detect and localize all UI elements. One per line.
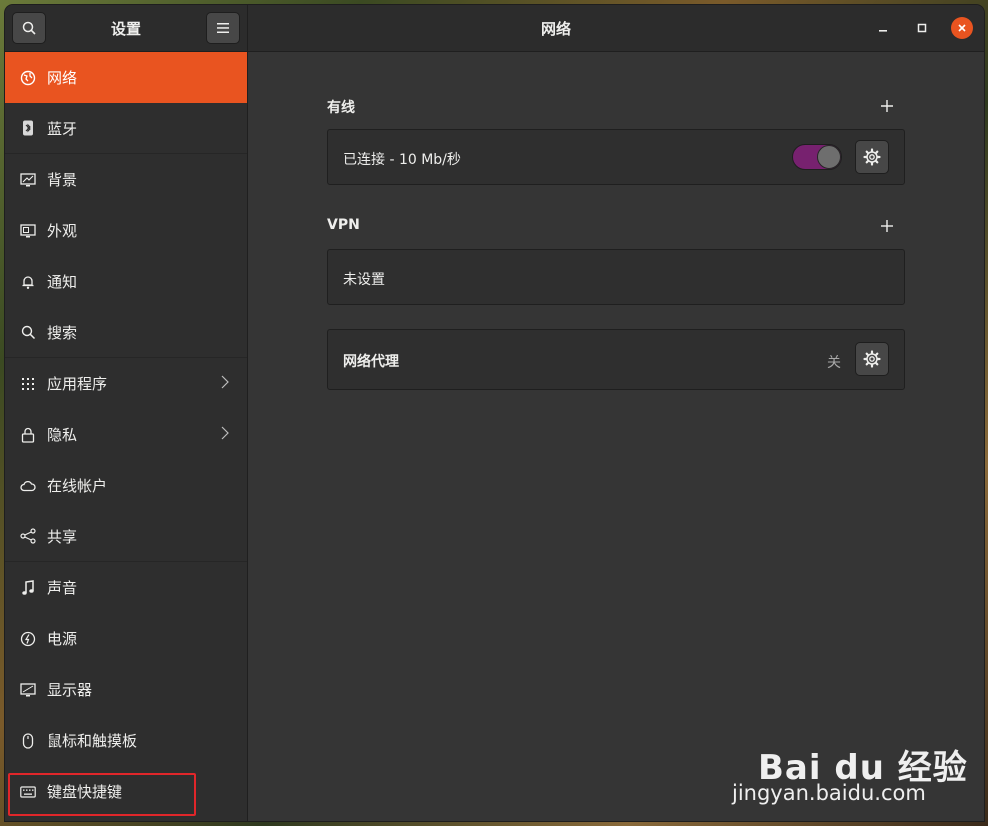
search-icon xyxy=(22,21,36,35)
settings-title: 设置 xyxy=(110,19,141,38)
sidebar-item-label: 鼠标和触摸板 xyxy=(47,732,138,750)
close-icon xyxy=(958,24,966,32)
plus-icon xyxy=(881,100,893,112)
sidebar-item-label: 在线帐户 xyxy=(47,477,108,495)
hamburger-menu-icon xyxy=(217,23,229,33)
background-monitor-icon xyxy=(19,171,37,189)
appearance-icon xyxy=(19,222,37,240)
mouse-icon xyxy=(19,732,37,750)
gear-icon xyxy=(863,350,881,368)
close-button[interactable] xyxy=(951,17,973,39)
sidebar-item-label: 电源 xyxy=(47,630,78,648)
sidebar-item-label: 共享 xyxy=(47,527,78,546)
sidebar-item-network[interactable]: 网络 xyxy=(5,52,247,103)
proxy-settings-button[interactable] xyxy=(855,342,889,376)
highlight-box xyxy=(8,773,196,816)
display-icon xyxy=(19,681,37,699)
wired-connection-row: 已连接 - 10 Mb/秒 xyxy=(327,129,905,185)
bell-icon xyxy=(19,273,37,291)
header-bar: 设置 网络 xyxy=(5,5,984,52)
sidebar-item-label: 应用程序 xyxy=(47,375,108,393)
minimize-icon xyxy=(879,30,887,32)
wired-toggle-switch[interactable] xyxy=(792,144,842,170)
sidebar-item-label: 背景 xyxy=(47,171,78,189)
sidebar-item-bluetooth[interactable]: 蓝牙 xyxy=(5,103,247,154)
settings-window: 设置 网络 网络 蓝牙 背景 外观 通知 搜索 应用程序 隐私 在线帐户 共享 … xyxy=(5,5,984,821)
music-note-icon xyxy=(19,579,37,597)
minimize-button[interactable] xyxy=(872,17,894,39)
sidebar-item-label: 通知 xyxy=(47,273,78,291)
wired-settings-button[interactable] xyxy=(855,140,889,174)
sidebar: 网络 蓝牙 背景 外观 通知 搜索 应用程序 隐私 在线帐户 共享 声音 电源 … xyxy=(5,52,248,821)
sidebar-item-search[interactable]: 搜索 xyxy=(5,307,247,358)
sidebar-item-label: 搜索 xyxy=(47,323,78,342)
sidebar-item-label: 蓝牙 xyxy=(47,119,78,138)
vpn-section-title: VPN xyxy=(327,217,360,233)
network-panel: 有线 已连接 - 10 Mb/秒 VPN 未设置 网络代理 关 xyxy=(248,52,984,821)
toggle-knob xyxy=(817,145,841,169)
power-icon xyxy=(19,630,37,648)
apps-grid-icon xyxy=(19,375,37,393)
share-icon xyxy=(19,527,37,545)
sidebar-item-mouse-touchpad[interactable]: 鼠标和触摸板 xyxy=(5,715,247,766)
chevron-right-icon xyxy=(221,375,229,389)
search-icon xyxy=(19,323,37,341)
proxy-title: 网络代理 xyxy=(343,354,399,370)
menu-button[interactable] xyxy=(206,12,240,44)
sidebar-item-applications[interactable]: 应用程序 xyxy=(5,358,247,409)
sidebar-item-background[interactable]: 背景 xyxy=(5,154,247,205)
sidebar-header: 设置 xyxy=(5,5,248,51)
sidebar-item-online-accounts[interactable]: 在线帐户 xyxy=(5,460,247,511)
add-vpn-button[interactable] xyxy=(878,217,896,235)
sidebar-item-privacy[interactable]: 隐私 xyxy=(5,409,247,460)
page-title: 网络 xyxy=(540,19,571,38)
sidebar-item-label: 外观 xyxy=(47,222,78,240)
vpn-status: 未设置 xyxy=(343,272,385,288)
lock-icon xyxy=(19,426,37,444)
gear-icon xyxy=(863,148,881,166)
maximize-icon xyxy=(917,23,927,33)
cloud-icon xyxy=(19,477,37,495)
sidebar-item-notifications[interactable]: 通知 xyxy=(5,256,247,307)
sidebar-item-label: 隐私 xyxy=(47,426,78,444)
maximize-button[interactable] xyxy=(911,17,933,39)
wired-status: 已连接 - 10 Mb/秒 xyxy=(343,152,461,168)
sidebar-item-sharing[interactable]: 共享 xyxy=(5,511,247,562)
proxy-state: 关 xyxy=(827,355,841,371)
network-globe-icon xyxy=(19,69,37,87)
sidebar-item-power[interactable]: 电源 xyxy=(5,613,247,664)
chevron-right-icon xyxy=(221,426,229,440)
sidebar-item-sound[interactable]: 声音 xyxy=(5,562,247,613)
plus-icon xyxy=(881,220,893,232)
network-proxy-row[interactable]: 网络代理 关 xyxy=(327,329,905,390)
wired-section-title: 有线 xyxy=(327,100,355,116)
sidebar-item-label: 显示器 xyxy=(47,681,93,699)
search-button[interactable] xyxy=(12,12,46,44)
watermark-url: jingyan.baidu.com xyxy=(732,781,926,805)
sidebar-item-label: 声音 xyxy=(47,579,78,597)
bluetooth-icon xyxy=(19,119,37,137)
sidebar-item-appearance[interactable]: 外观 xyxy=(5,205,247,256)
sidebar-item-displays[interactable]: 显示器 xyxy=(5,664,247,715)
sidebar-item-label: 网络 xyxy=(47,69,78,87)
add-wired-button[interactable] xyxy=(878,97,896,115)
vpn-row: 未设置 xyxy=(327,249,905,305)
